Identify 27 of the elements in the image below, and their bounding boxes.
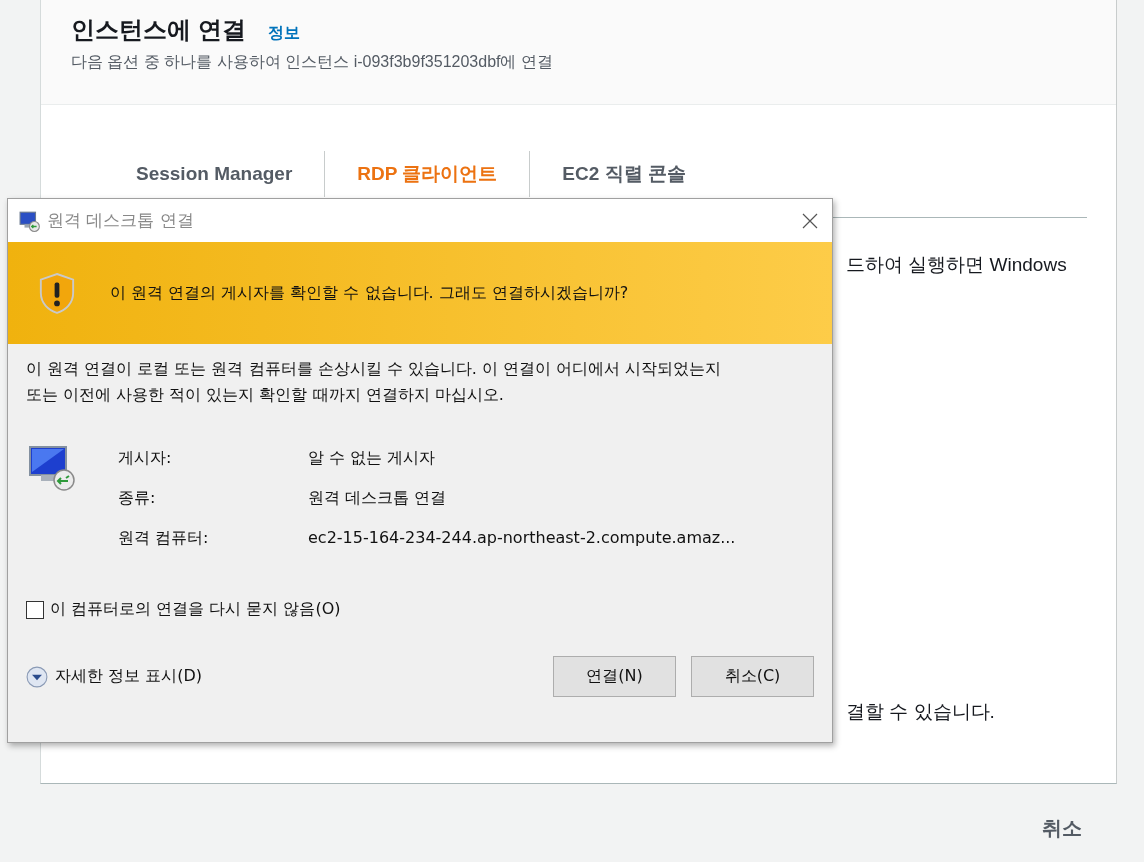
- details-toggle[interactable]: 자세한 정보 표시(D): [55, 666, 202, 687]
- monitor-icon: [19, 209, 41, 232]
- detail-value: 알 수 없는 게시자: [308, 448, 437, 469]
- page-title: 인스턴스에 연결: [71, 15, 246, 45]
- window-title: 원격 데스크톱 연결: [47, 209, 194, 232]
- detail-value: 원격 데스크톱 연결: [308, 488, 448, 509]
- description-text: 이 원격 연결이 로컬 또는 원격 컴퓨터를 손상시킬 수 있습니다. 이 연결이 어디에서 시작되었는지 또는 이전에 사용한 적이 있는지 확인할 때까지 연결하지 마십시오.: [26, 358, 723, 406]
- monitor-icon: [28, 444, 76, 492]
- body-text: 드하여 실행하면 Windows: [846, 253, 1068, 277]
- cancel-button[interactable]: 취소: [1036, 814, 1088, 843]
- checkbox[interactable]: [26, 600, 44, 619]
- shield-warning-icon: [38, 272, 76, 314]
- info-link[interactable]: 정보: [267, 23, 300, 44]
- dialog-button[interactable]: 취소(C): [691, 656, 814, 697]
- detail-label: 원격 컴퓨터:: [118, 528, 210, 549]
- connection-tab[interactable]: Session Manager: [104, 151, 325, 197]
- close-icon[interactable]: [802, 212, 818, 229]
- page-subtitle: 다음 옵션 중 하나를 사용하여 인스턴스 i-093f3b9f351203dbf에 연결: [71, 52, 554, 72]
- dialog-button[interactable]: 연결(N): [553, 656, 676, 697]
- warning-message: 이 원격 연결의 게시자를 확인할 수 없습니다. 그래도 연결하시겠습니까?: [110, 282, 629, 304]
- detail-label: 게시자:: [118, 448, 173, 469]
- body-text: 결할 수 있습니다.: [846, 700, 996, 724]
- connection-tab[interactable]: EC2 직렬 콘솔: [529, 151, 718, 197]
- detail-label: 종류:: [118, 488, 157, 509]
- detail-value: ec2-15-164-234-244.ap-northeast-2.compute.amaz...: [308, 528, 736, 549]
- checkbox-label: 이 컴퓨터로의 연결을 다시 묻지 않음(O): [50, 599, 341, 620]
- expand-icon[interactable]: [26, 665, 48, 688]
